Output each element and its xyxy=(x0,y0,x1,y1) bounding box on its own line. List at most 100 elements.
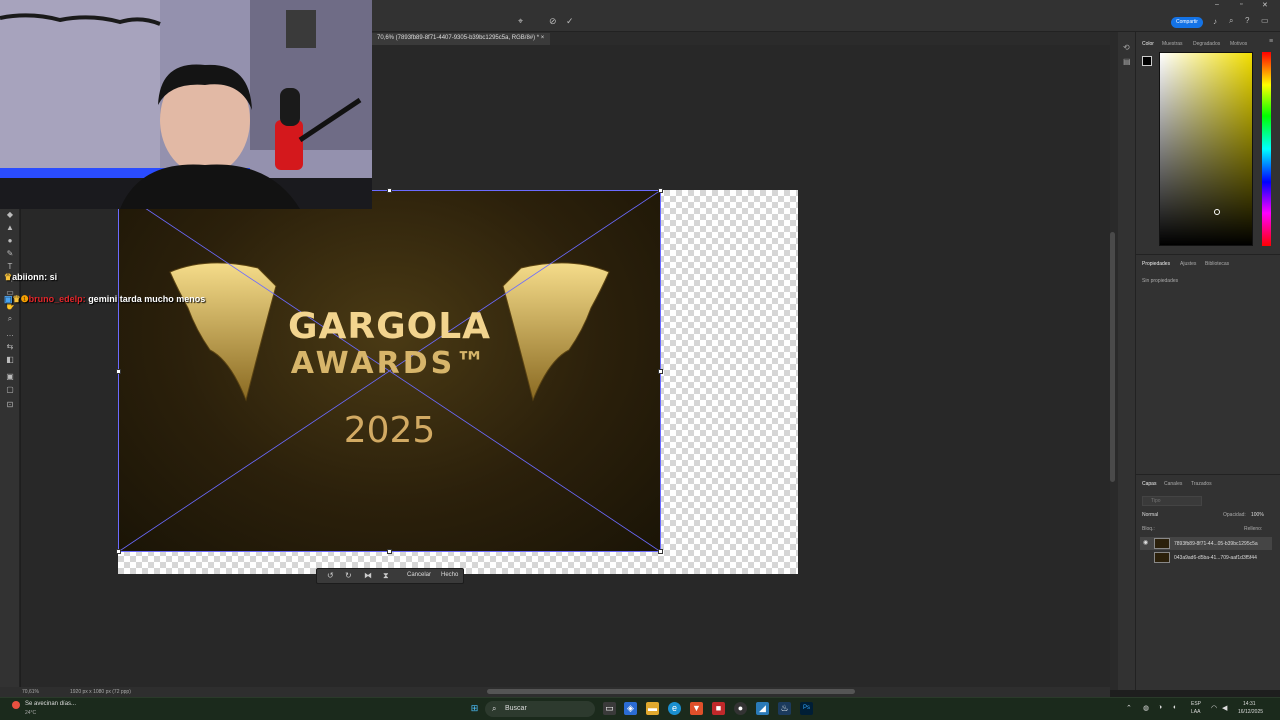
opacity-value[interactable]: 100% xyxy=(1251,512,1264,518)
help-icon[interactable]: ? xyxy=(1245,16,1249,25)
transform-handle-top[interactable] xyxy=(387,188,392,193)
taskbar-search[interactable]: ⌕ Buscar xyxy=(485,701,595,717)
screen-mode-icon[interactable]: ▢ xyxy=(4,385,16,395)
tab-paths[interactable]: Trazados xyxy=(1191,481,1212,487)
frame-tool-icon[interactable]: ⊡ xyxy=(4,400,16,410)
notification-icon[interactable]: ♪ xyxy=(1213,17,1217,26)
foreground-background-icon[interactable]: ◧ xyxy=(4,355,16,365)
tray-app-icon[interactable]: ◑ xyxy=(1158,704,1162,711)
history-icon[interactable]: ⟲ xyxy=(1123,43,1130,52)
type-tool-icon[interactable]: T xyxy=(4,262,16,272)
layer-name[interactable]: 043a9ad6-d5ba-41...709-aaf1d3f5f44 xyxy=(1174,555,1257,561)
layer-name[interactable]: 7893fb89-8f71-44...05-b39bc1295c5a xyxy=(1174,541,1258,547)
photoshop-icon[interactable]: Ps xyxy=(800,702,813,715)
done-button[interactable]: Hecho xyxy=(441,572,458,578)
tab-patterns[interactable]: Motivos xyxy=(1230,41,1247,47)
close-icon[interactable]: ✕ xyxy=(1262,1,1268,9)
color-picker-field[interactable] xyxy=(1159,52,1253,246)
blend-mode-select[interactable]: Normal xyxy=(1142,512,1158,518)
zoom-tool-icon[interactable]: ⌕ xyxy=(4,314,16,324)
flip-vertical-icon[interactable]: ⧗ xyxy=(383,571,389,581)
transform-handle-bottom-right[interactable] xyxy=(658,549,663,554)
clock-time[interactable]: 14:31 xyxy=(1243,701,1256,707)
document-tab[interactable]: 70,6% (7893fb89-8f71-4407-9305-b39bc1295… xyxy=(371,33,551,45)
warp-icon[interactable]: ⌖ xyxy=(518,16,523,27)
steam-icon[interactable]: ♨ xyxy=(778,702,791,715)
zoom-level[interactable]: 70,61% xyxy=(22,689,39,695)
document-tab-label: 70,6% (7893fb89-8f71-4407-9305-b39bc1295… xyxy=(377,35,540,41)
swap-colors-icon[interactable]: ⇆ xyxy=(4,342,16,352)
more-tools-icon[interactable]: … xyxy=(4,329,16,339)
minimize-icon[interactable]: – xyxy=(1215,1,1219,8)
layer-row[interactable]: ◉ 7893fb89-8f71-44...05-b39bc1295c5a xyxy=(1140,537,1272,550)
wifi-icon[interactable]: ◠ xyxy=(1211,704,1217,712)
tab-swatches[interactable]: Muestras xyxy=(1162,41,1183,47)
search-icon[interactable]: ⌕ xyxy=(1229,16,1233,26)
comments-icon[interactable]: ▤ xyxy=(1123,57,1131,66)
artwork-layer[interactable]: GARGOLA AWARDS™ 2025 xyxy=(118,190,661,552)
chat-username: bruno_edelp: xyxy=(28,294,86,304)
layer-row[interactable]: 043a9ad6-d5ba-41...709-aaf1d3f5f44 xyxy=(1140,551,1272,564)
share-button[interactable]: Compartir xyxy=(1171,17,1203,28)
tab-layers[interactable]: Capas xyxy=(1142,481,1156,487)
transform-handle-bottom[interactable] xyxy=(387,549,392,554)
language-indicator[interactable]: ESP xyxy=(1191,701,1201,707)
eraser-tool-icon[interactable]: ◆ xyxy=(4,210,16,220)
brave-icon[interactable]: ▼ xyxy=(690,702,703,715)
quick-mask-icon[interactable]: ▣ xyxy=(4,372,16,382)
rotate-right-icon[interactable]: ↻ xyxy=(345,571,352,580)
webcam-video xyxy=(0,0,372,209)
transform-handle-top-right[interactable] xyxy=(658,188,663,193)
transform-handle-right[interactable] xyxy=(658,369,663,374)
vertical-scrollbar[interactable] xyxy=(1110,32,1118,690)
workspace-icon[interactable]: ▭ xyxy=(1261,16,1269,25)
tray-overflow-icon[interactable]: ⌃ xyxy=(1126,704,1132,712)
tab-color[interactable]: Color xyxy=(1142,41,1154,47)
tray-app-icon[interactable]: ◐ xyxy=(1173,704,1177,711)
volume-icon[interactable]: ◀ xyxy=(1222,704,1227,712)
transform-handle-bottom-left[interactable] xyxy=(116,549,121,554)
foreground-swatch[interactable] xyxy=(1142,56,1152,66)
network-app-icon[interactable]: ◢ xyxy=(756,702,769,715)
weather-text[interactable]: Se avecinan días... xyxy=(25,701,76,707)
rotate-left-icon[interactable]: ↺ xyxy=(327,571,334,580)
file-explorer-icon[interactable]: ▬ xyxy=(646,702,659,715)
tab-gradients[interactable]: Degradados xyxy=(1193,41,1220,47)
tab-adjustments[interactable]: Ajustes xyxy=(1180,261,1196,267)
edge-icon[interactable]: e xyxy=(668,702,681,715)
maximize-icon[interactable]: ▫ xyxy=(1240,1,1242,8)
tab-properties[interactable]: Propiedades xyxy=(1142,261,1170,267)
task-view-icon[interactable]: ▭ xyxy=(603,702,616,715)
fill-label: Relleno: xyxy=(1244,526,1263,532)
commit-transform-icon[interactable]: ✓ xyxy=(566,16,574,27)
panel-menu-icon[interactable]: ≡ xyxy=(1269,38,1273,45)
blur-tool-icon[interactable]: ● xyxy=(4,236,16,246)
flip-horizontal-icon[interactable]: ⧓ xyxy=(364,571,372,580)
search-label: Buscar xyxy=(505,705,527,712)
tab-libraries[interactable]: Bibliotecas xyxy=(1205,261,1229,267)
media-app-icon[interactable]: ■ xyxy=(712,702,725,715)
cancel-button[interactable]: Cancelar xyxy=(407,572,431,578)
github-icon[interactable]: ● xyxy=(734,702,747,715)
windows-taskbar: Se avecinan días... 24°C ⊞ ⌕ Buscar ▭ ◈ … xyxy=(0,697,1280,720)
copilot-icon[interactable]: ◈ xyxy=(624,702,637,715)
chat-message: ♛abiionn: si xyxy=(4,272,57,283)
gradient-tool-icon[interactable]: ▲ xyxy=(4,223,16,233)
start-icon[interactable]: ⊞ xyxy=(468,702,481,715)
transform-handle-left[interactable] xyxy=(116,369,121,374)
chat-message: ▣♛❶bruno_edelp: gemini tarda mucho menos xyxy=(4,294,205,305)
horizontal-scroll-thumb[interactable] xyxy=(487,689,855,694)
layer-filter-input[interactable] xyxy=(1142,496,1202,506)
weather-icon[interactable] xyxy=(12,701,20,709)
pen-tool-icon[interactable]: ✎ xyxy=(4,249,16,259)
panel-divider xyxy=(1136,474,1280,475)
vertical-scroll-thumb[interactable] xyxy=(1110,232,1115,482)
keyboard-layout: LAA xyxy=(1191,709,1201,715)
tray-app-icon[interactable]: ◍ xyxy=(1143,704,1149,712)
close-tab-icon[interactable]: × xyxy=(541,35,545,41)
visibility-eye-icon[interactable]: ◉ xyxy=(1143,539,1148,546)
hue-slider[interactable] xyxy=(1262,52,1271,246)
color-picker-cursor[interactable] xyxy=(1214,209,1220,215)
cancel-transform-icon[interactable]: ⊘ xyxy=(549,16,557,27)
tab-channels[interactable]: Canales xyxy=(1164,481,1182,487)
